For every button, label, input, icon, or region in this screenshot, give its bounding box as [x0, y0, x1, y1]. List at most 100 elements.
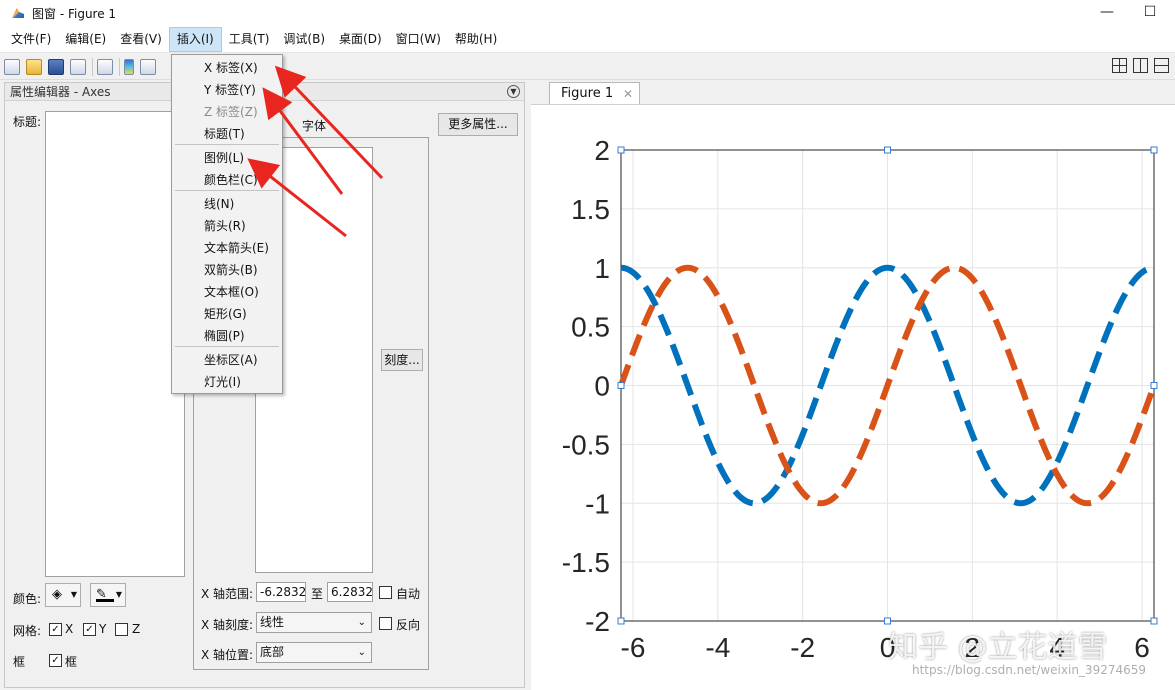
insert-menu-item[interactable]: 标题(T) [173, 123, 281, 145]
ticks-button[interactable]: 刻度... [381, 349, 423, 371]
grid-y-checkbox[interactable]: ✓ [83, 623, 96, 636]
tab-font[interactable]: 字体 [302, 117, 326, 134]
menu-item[interactable]: 文件(F) [4, 27, 58, 52]
save-icon[interactable] [48, 58, 64, 75]
figure-tab-label: Figure 1 [561, 86, 614, 101]
x-scale-select[interactable]: 线性 ⌄ [256, 612, 372, 633]
selection-handle [617, 382, 625, 389]
menu-item[interactable]: 工具(T) [222, 27, 277, 52]
panel-menu-icon[interactable]: ▼ [507, 85, 520, 98]
selection-handle [1150, 146, 1158, 154]
link-icon[interactable] [97, 58, 113, 75]
title-label: 标题: [13, 115, 42, 129]
x-tick-label: -4 [705, 632, 730, 663]
insert-menu-item[interactable]: 文本箭头(E) [173, 237, 281, 259]
print-icon[interactable] [70, 58, 86, 75]
y-tick-label: -2 [585, 606, 610, 637]
minimize-button[interactable]: — [1092, 2, 1122, 22]
tab-figure-1[interactable]: Figure 1 ✕ [549, 82, 640, 104]
paint-bucket-icon: ◈ [52, 587, 62, 602]
insert-menu-item[interactable]: 箭头(R) [173, 215, 281, 237]
x-tick-label: -6 [621, 632, 646, 663]
selection-handle [1150, 382, 1158, 389]
color-bar-icon [96, 599, 114, 602]
x-scale-value: 线性 [260, 615, 285, 629]
insert-menu-item[interactable]: 灯光(I) [173, 371, 281, 393]
menu-item[interactable]: 调试(B) [276, 27, 332, 52]
toolbar-separator [119, 57, 120, 76]
y-tick-label: 0.5 [571, 312, 610, 343]
selection-handle [617, 617, 625, 625]
reverse-checkbox[interactable] [379, 617, 392, 630]
property-editor-title: 属性编辑器 - Axes [10, 85, 111, 99]
open-file-icon[interactable] [26, 58, 42, 75]
insert-menu-dropdown: X 标签(X) Y 标签(Y) Z 标签(Z) 标题(T) 图例(L) 颜色栏(C) 线(N… [171, 54, 283, 394]
left-right-layout-icon[interactable] [1133, 58, 1148, 73]
y-tick-label: 0 [594, 371, 610, 402]
matlab-icon [10, 5, 26, 21]
menu-item[interactable]: 桌面(D) [332, 27, 389, 52]
insert-menu-item[interactable]: 坐标区(A) [173, 349, 281, 371]
close-icon[interactable]: ✕ [623, 83, 633, 105]
y-tick-label: 1 [594, 253, 610, 284]
insert-menu-item: Z 标签(Z) [204, 105, 258, 119]
grid-z-checkbox[interactable] [115, 623, 128, 636]
color-label: 颜色: [13, 592, 42, 606]
range-to-label: 至 [311, 587, 324, 601]
grid-z-label: Z [132, 622, 141, 636]
insert-menu-item[interactable]: 椭圆(P) [173, 325, 281, 347]
box-checkbox[interactable]: ✓ [49, 654, 62, 667]
tile-layout-icon[interactable] [1112, 58, 1127, 73]
menu-item[interactable]: 帮助(H) [448, 27, 504, 52]
auto-label: 自动 [396, 587, 421, 601]
insert-menu-item[interactable]: 矩形(G) [173, 303, 281, 325]
y-tick-label: -0.5 [562, 429, 610, 460]
legend-icon[interactable] [140, 58, 156, 75]
watermark-text: 知乎 @立花道雪 [888, 630, 1108, 665]
menu-item[interactable]: 查看(V) [113, 27, 169, 52]
x-location-select[interactable]: 底部 ⌄ [256, 642, 372, 663]
menu-item[interactable]: 窗口(W) [389, 27, 448, 52]
insert-menu-item[interactable]: X 标签(X) [173, 57, 281, 79]
menu-separator [175, 144, 279, 145]
menu-separator [175, 190, 279, 191]
top-bottom-layout-icon[interactable] [1154, 58, 1169, 73]
colorbar-icon[interactable] [124, 58, 134, 75]
insert-menu-item[interactable]: 双箭头(B) [173, 259, 281, 281]
line-chart[interactable]: -6 -4 -2 0 2 4 621.510.50-0.5-1-1.5-2 [531, 105, 1175, 690]
edge-color-button[interactable]: ✎ ▼ [90, 583, 126, 607]
insert-menu-item[interactable]: 文本框(O) [173, 281, 281, 303]
x-max-field[interactable]: 6.2832 [327, 582, 373, 602]
grid-label: 网格: [13, 624, 42, 638]
more-properties-button[interactable]: 更多属性... [438, 113, 518, 136]
menu-item[interactable]: 插入(I) [168, 26, 222, 52]
x-tick-label: 6 [1134, 632, 1150, 663]
x-tick-label: -2 [790, 632, 815, 663]
maximize-button[interactable]: ☐ [1135, 2, 1165, 22]
fill-color-button[interactable]: ◈ ▼ [45, 583, 81, 607]
menu-bar: 文件(F) 编辑(E) 查看(V) 插入(I) 工具(T) 调试(B) 桌面(D) 窗口(W)… [0, 26, 1175, 53]
x-min-field[interactable]: -6.2832 [256, 582, 306, 602]
grid-x-checkbox[interactable]: ✓ [49, 623, 62, 636]
y-tick-label: -1 [585, 488, 610, 519]
new-figure-icon[interactable] [4, 58, 20, 75]
chevron-down-icon: ⌄ [357, 617, 366, 628]
dropdown-arrow-icon: ▼ [115, 590, 122, 599]
box-checkbox-label: 框 [65, 655, 78, 669]
title-bar: 图窗 - Figure 1 — ☐ [0, 0, 1175, 26]
insert-menu-item[interactable]: Y 标签(Y) [173, 79, 281, 101]
insert-menu-item[interactable]: 图例(L) [173, 147, 281, 169]
menu-item[interactable]: 编辑(E) [58, 27, 113, 52]
title-text-area[interactable] [45, 111, 185, 577]
y-tick-label: 1.5 [571, 194, 610, 225]
x-scale-label: X 轴刻度: [201, 618, 254, 632]
figure-canvas[interactable]: -6 -4 -2 0 2 4 6 2 1.5 1 0.5 0 -0.5 -1 -1.5 -2 [531, 104, 1175, 690]
x-range-label: X 轴范围: [201, 587, 254, 601]
insert-menu-item[interactable]: 颜色栏(C) [173, 169, 281, 191]
grid-x-label: X [65, 622, 74, 636]
auto-checkbox[interactable] [379, 586, 392, 599]
x-location-value: 底部 [260, 645, 285, 659]
reverse-label: 反向 [396, 618, 421, 632]
x-location-label: X 轴位置: [201, 648, 254, 662]
insert-menu-item[interactable]: 线(N) [173, 193, 281, 215]
